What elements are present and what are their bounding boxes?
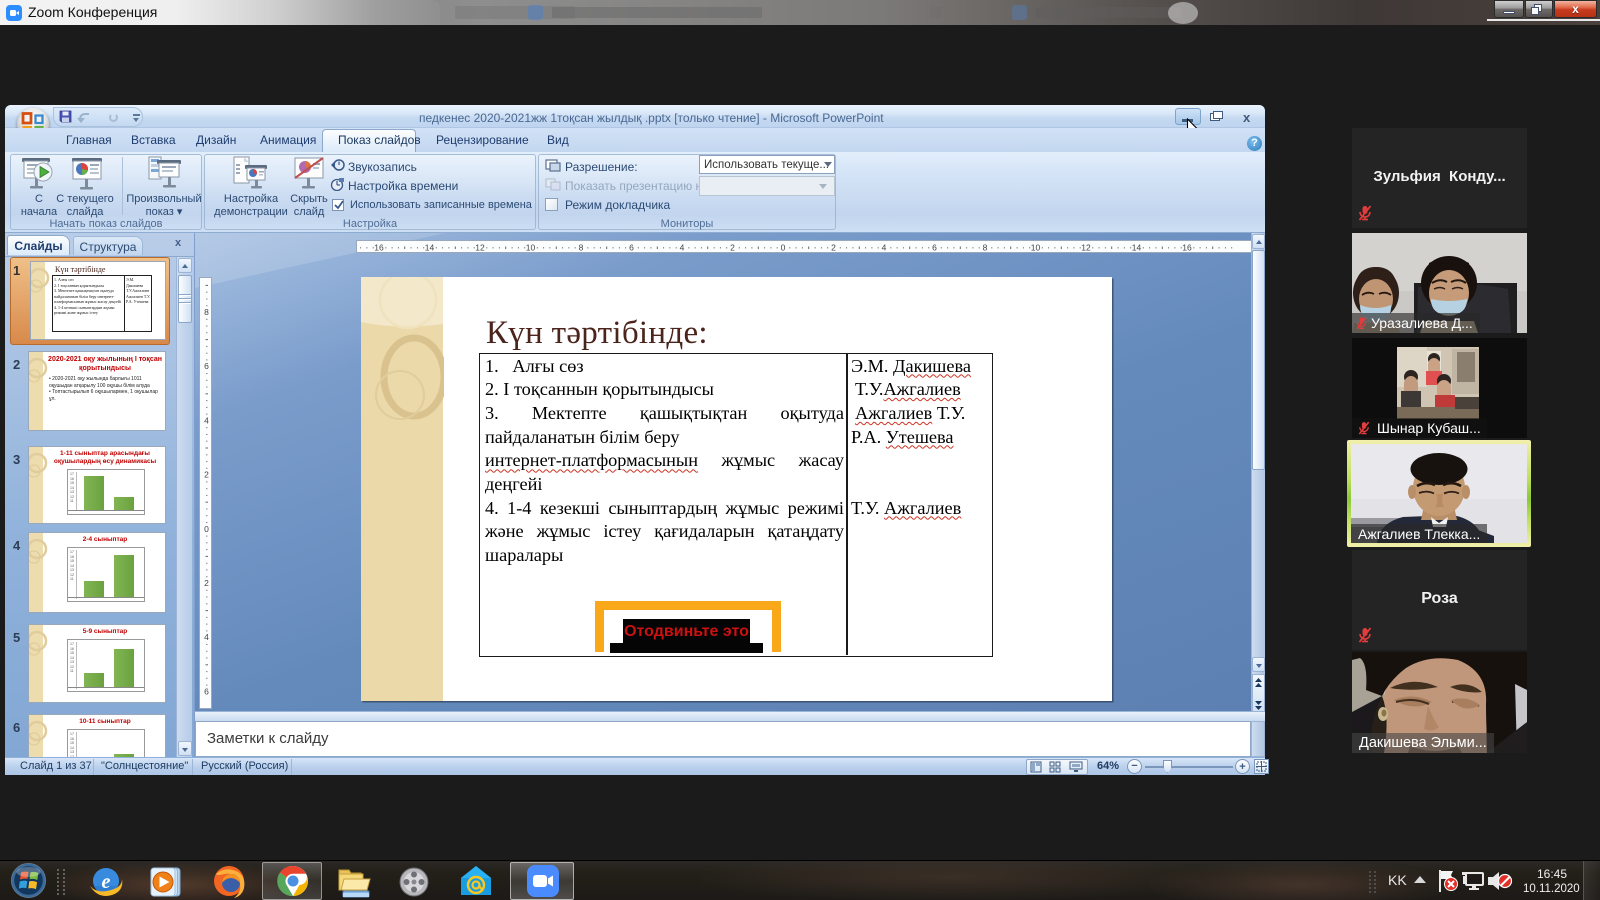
svg-text:4: 4 xyxy=(680,243,685,253)
svg-text:2: 2 xyxy=(831,243,836,253)
svg-text:4: 4 xyxy=(882,243,887,253)
svg-text:0: 0 xyxy=(781,243,786,253)
svg-text:8: 8 xyxy=(204,307,209,317)
svg-text:2: 2 xyxy=(730,243,735,253)
svg-text:6: 6 xyxy=(932,243,937,253)
svg-text:0: 0 xyxy=(204,524,209,534)
svg-text:6: 6 xyxy=(629,243,634,253)
svg-text:10: 10 xyxy=(526,243,536,253)
svg-text:12: 12 xyxy=(475,243,485,253)
svg-text:2: 2 xyxy=(204,578,209,588)
svg-text:4: 4 xyxy=(204,632,209,642)
svg-text:10: 10 xyxy=(1031,243,1041,253)
svg-text:16: 16 xyxy=(374,243,384,253)
svg-text:14: 14 xyxy=(425,243,435,253)
svg-text:14: 14 xyxy=(1132,243,1142,253)
svg-text:6: 6 xyxy=(204,686,209,696)
svg-text:16: 16 xyxy=(1182,243,1192,253)
svg-text:12: 12 xyxy=(1081,243,1091,253)
svg-text:8: 8 xyxy=(579,243,584,253)
svg-text:e: e xyxy=(102,871,111,893)
svg-text:6: 6 xyxy=(204,361,209,371)
svg-text:8: 8 xyxy=(983,243,988,253)
svg-text:4: 4 xyxy=(204,415,209,425)
svg-text:2: 2 xyxy=(204,470,209,480)
